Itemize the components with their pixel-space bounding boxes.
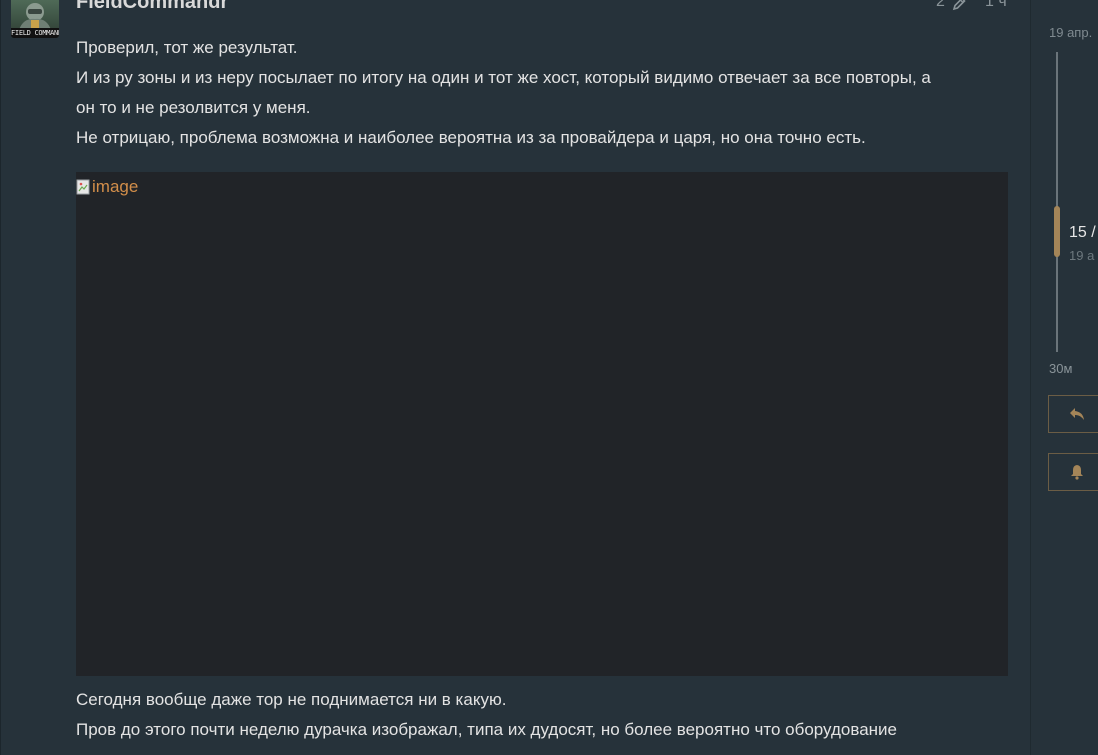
post-paragraph: И из ру зоны и из неру посылает по итогу…	[76, 68, 931, 87]
timeline-position-date: 19 а	[1069, 248, 1095, 263]
post-username[interactable]: FieldCommandr	[76, 0, 228, 14]
edit-count[interactable]: 2	[936, 0, 945, 12]
post-paragraph: Проверил, тот же результат.	[76, 38, 298, 57]
image-alt-text: image	[92, 177, 139, 196]
post-age[interactable]: 1 ч	[985, 0, 1007, 12]
user-avatar[interactable]: FIELD COMMANDE	[11, 0, 59, 38]
post-image[interactable]: image	[76, 172, 1008, 676]
timeline-position: 15 /	[1069, 224, 1096, 241]
reply-button[interactable]	[1048, 395, 1098, 433]
reply-icon	[1069, 408, 1084, 420]
post-body: Проверил, тот же результат. И из ру зоны…	[76, 33, 1008, 153]
post-paragraph: Сегодня вообще даже тор не поднимается н…	[76, 690, 507, 709]
bell-icon	[1070, 465, 1083, 480]
broken-image-icon	[76, 179, 90, 195]
avatar-caption: FIELD COMMANDE	[11, 28, 59, 38]
post-paragraph: Пров до этого почти неделю дурачка изобр…	[76, 720, 898, 739]
left-divider	[0, 0, 1, 755]
post-paragraph: Не отрицаю, проблема возможна и наиболее…	[76, 128, 866, 147]
topic-page: FIELD COMMANDE FieldCommandr 2 1 ч Прове…	[0, 0, 1098, 755]
pencil-icon[interactable]	[951, 0, 967, 12]
timeline-start-date[interactable]: 19 апр.	[1049, 25, 1092, 41]
timeline-scrollbar[interactable]	[1056, 52, 1058, 352]
post-body-continued: Сегодня вообще даже тор не поднимается н…	[76, 685, 1008, 745]
notification-button[interactable]	[1048, 453, 1098, 491]
timeline-handle[interactable]	[1054, 206, 1060, 257]
broken-image-link[interactable]: image	[76, 176, 138, 198]
timeline-end-date[interactable]: 30м	[1049, 361, 1072, 377]
timeline-divider	[1030, 0, 1031, 755]
post-paragraph: он то и не резолвится у меня.	[76, 98, 311, 117]
